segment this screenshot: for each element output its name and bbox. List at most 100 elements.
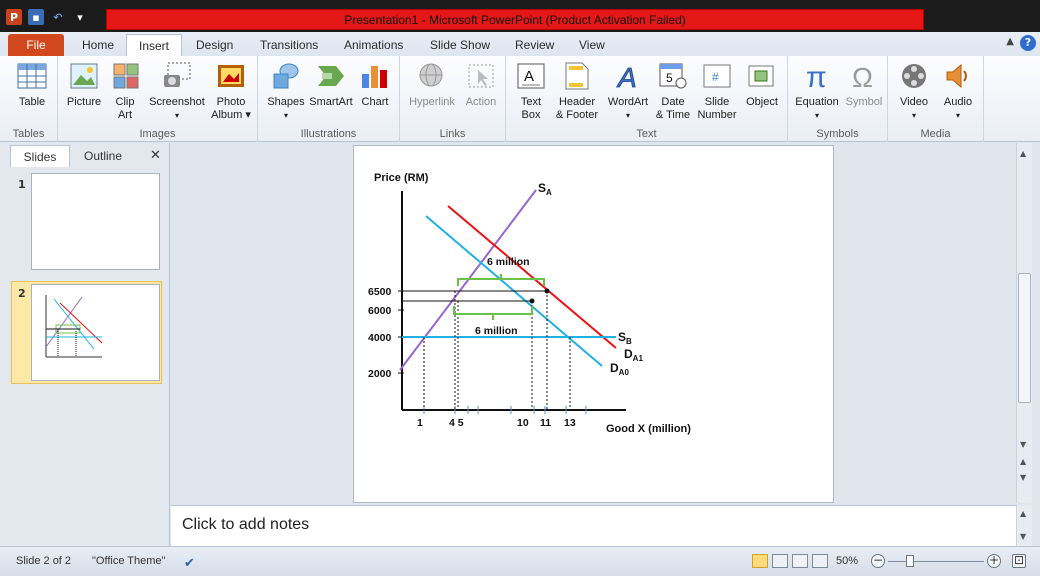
group-illustrations: Shapes ▾ SmartArt Chart Illustrations bbox=[258, 56, 400, 142]
video-button[interactable]: Video ▾ bbox=[894, 60, 934, 122]
y-tick-label: 6500 bbox=[368, 286, 392, 298]
date-time-icon: 5 bbox=[657, 60, 689, 92]
object-button[interactable]: Object bbox=[742, 60, 782, 109]
tab-review[interactable]: Review bbox=[503, 34, 566, 56]
scroll-down-icon[interactable]: ▼ bbox=[1020, 440, 1026, 449]
customize-toolbar-icon[interactable]: ▾ bbox=[72, 9, 88, 25]
y-tick-label: 4000 bbox=[368, 332, 392, 344]
chart-button[interactable]: Chart bbox=[356, 60, 394, 109]
tab-slide-show[interactable]: Slide Show bbox=[418, 34, 502, 56]
shapes-button[interactable]: Shapes ▾ bbox=[264, 60, 308, 122]
tab-design[interactable]: Design bbox=[184, 34, 245, 56]
tab-home[interactable]: Home bbox=[70, 34, 126, 56]
screenshot-icon bbox=[161, 60, 193, 92]
annotation-top: 6 million bbox=[487, 256, 530, 268]
tab-animations[interactable]: Animations bbox=[332, 34, 415, 56]
zoom-slider-handle[interactable] bbox=[906, 555, 914, 567]
screenshot-button[interactable]: Screenshot ▾ bbox=[146, 60, 208, 122]
zoom-level[interactable]: 50% bbox=[836, 555, 858, 567]
window-title: Presentation1 - Microsoft PowerPoint (Pr… bbox=[344, 12, 686, 27]
slide-thumbnail-2[interactable] bbox=[31, 284, 160, 381]
window-title-bar: Presentation1 - Microsoft PowerPoint (Pr… bbox=[106, 9, 924, 30]
vertical-scrollbar[interactable]: ▲ ▼ ▲ ▼ bbox=[1016, 143, 1032, 503]
view-buttons bbox=[752, 554, 828, 568]
x-tick-label: 4 5 bbox=[449, 417, 464, 429]
zoom-out-icon[interactable]: − bbox=[871, 554, 885, 568]
group-symbols: π Equation ▾ Ω Symbol Symbols bbox=[788, 56, 888, 142]
help-icon[interactable]: ? bbox=[1020, 35, 1036, 51]
reading-view-icon[interactable] bbox=[792, 554, 808, 568]
slide-number-icon: # bbox=[701, 60, 733, 92]
y-axis-label: Price (RM) bbox=[374, 172, 429, 184]
equation-button[interactable]: π Equation ▾ bbox=[792, 60, 842, 122]
object-icon bbox=[746, 60, 778, 92]
notes-scrollbar[interactable]: ▲ ▼ bbox=[1016, 505, 1032, 546]
tab-file[interactable]: File bbox=[8, 34, 64, 56]
header-footer-icon bbox=[561, 60, 593, 92]
svg-text:#: # bbox=[712, 70, 719, 84]
smartart-button[interactable]: SmartArt bbox=[308, 60, 354, 109]
clip-art-button[interactable]: Clip Art bbox=[110, 60, 140, 122]
normal-view-icon[interactable] bbox=[752, 554, 768, 568]
tab-outline[interactable]: Outline bbox=[72, 145, 134, 167]
slide-show-view-icon[interactable] bbox=[812, 554, 828, 568]
slide-number-label: 1 bbox=[18, 178, 26, 191]
ribbon: Table Tables Picture Clip Art Screenshot… bbox=[0, 56, 1040, 142]
zoom-in-icon[interactable]: + bbox=[987, 554, 1001, 568]
notes-pane[interactable]: Click to add notes bbox=[171, 505, 1016, 546]
tab-view[interactable]: View bbox=[567, 34, 617, 56]
group-links: Hyperlink Action Links bbox=[400, 56, 506, 142]
previous-slide-icon[interactable]: ▲ bbox=[1020, 457, 1026, 466]
x-axis-label: Good X (million) bbox=[606, 423, 691, 435]
scroll-up-icon[interactable]: ▲ bbox=[1020, 149, 1026, 158]
tab-transitions[interactable]: Transitions bbox=[248, 34, 330, 56]
header-footer-button[interactable]: Header & Footer bbox=[552, 60, 602, 122]
action-button[interactable]: Action bbox=[460, 60, 502, 109]
y-tick-label: 6000 bbox=[368, 305, 392, 317]
fit-to-window-icon[interactable]: ⊡ bbox=[1012, 554, 1026, 568]
powerpoint-logo-icon[interactable]: P bbox=[6, 9, 22, 25]
clip-art-icon bbox=[110, 60, 142, 92]
photo-album-icon bbox=[215, 60, 247, 92]
x-tick-label: 13 bbox=[564, 417, 576, 429]
slide-sorter-view-icon[interactable] bbox=[772, 554, 788, 568]
scrollbar-thumb[interactable] bbox=[1018, 273, 1031, 403]
slide-thumbnail-1[interactable] bbox=[31, 173, 160, 270]
photo-album-button[interactable]: Photo Album ▾ bbox=[208, 60, 254, 122]
notes-scroll-down-icon[interactable]: ▼ bbox=[1020, 532, 1026, 541]
symbol-button[interactable]: Ω Symbol bbox=[844, 60, 884, 109]
series-label-sb: SB bbox=[618, 330, 632, 346]
current-slide[interactable]: Price (RM) Good X (million) 6500 6000 4000 20… bbox=[353, 145, 834, 503]
tab-insert[interactable]: Insert bbox=[126, 34, 183, 56]
brace-bottom bbox=[453, 306, 533, 320]
date-time-button[interactable]: 5 Date & Time bbox=[654, 60, 692, 122]
text-box-button[interactable]: A Text Box bbox=[514, 60, 548, 122]
x-tick-label: 10 bbox=[517, 417, 529, 429]
tab-slides[interactable]: Slides bbox=[10, 145, 70, 167]
undo-icon[interactable]: ↶ bbox=[50, 9, 66, 25]
pi-icon: π bbox=[801, 60, 833, 92]
hyperlink-button[interactable]: Hyperlink bbox=[406, 60, 458, 109]
series-label-da0: DA0 bbox=[610, 361, 629, 377]
shapes-icon bbox=[270, 60, 302, 92]
collapse-ribbon-icon[interactable]: ▲ bbox=[1006, 36, 1014, 47]
picture-button[interactable]: Picture bbox=[64, 60, 104, 109]
x-tick-label: 11 bbox=[540, 417, 551, 429]
slide-editing-area: Price (RM) Good X (million) 6500 6000 4000 20… bbox=[171, 143, 1016, 503]
svg-text:A: A bbox=[616, 62, 637, 91]
slide-number-label: 2 bbox=[18, 287, 26, 300]
wordart-button[interactable]: A WordArt ▾ bbox=[604, 60, 652, 122]
theme-name[interactable]: "Office Theme" bbox=[92, 555, 165, 567]
slide-number-button[interactable]: # Slide Number bbox=[694, 60, 740, 122]
next-slide-icon[interactable]: ▼ bbox=[1020, 473, 1026, 482]
close-panel-icon[interactable]: ✕ bbox=[150, 148, 161, 163]
picture-icon bbox=[68, 60, 100, 92]
spell-check-icon[interactable]: ✔ bbox=[184, 555, 195, 571]
zoom-slider-track[interactable] bbox=[888, 561, 984, 562]
action-icon bbox=[465, 60, 497, 92]
save-icon[interactable]: ▪ bbox=[28, 9, 44, 25]
group-tables: Table Tables bbox=[0, 56, 58, 142]
audio-button[interactable]: Audio ▾ bbox=[938, 60, 978, 122]
notes-scroll-up-icon[interactable]: ▲ bbox=[1020, 509, 1026, 518]
table-button[interactable]: Table bbox=[12, 60, 52, 109]
